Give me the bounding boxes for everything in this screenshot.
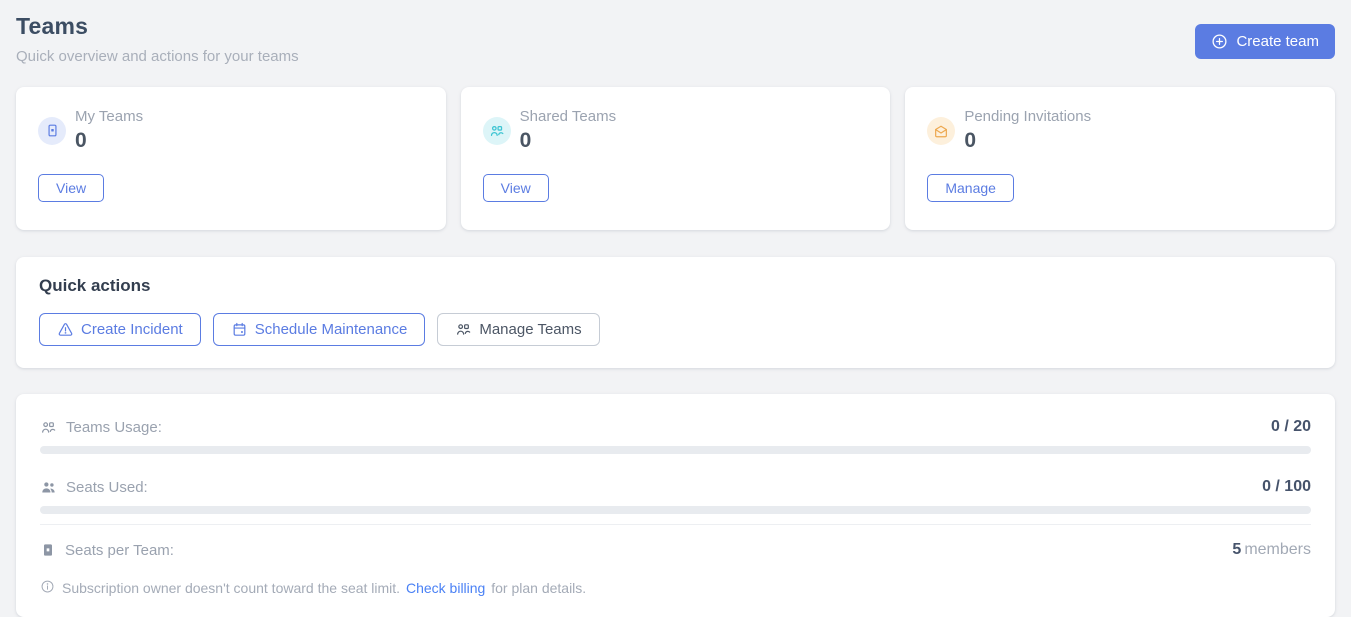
plus-circle-icon xyxy=(1211,33,1228,50)
stat-text: Shared Teams 0 xyxy=(520,108,616,153)
stat-card-pending-invitations: Pending Invitations 0 Manage xyxy=(905,87,1335,230)
seats-used-value: 0 / 100 xyxy=(1262,478,1311,496)
create-incident-label: Create Incident xyxy=(81,321,183,338)
open-envelope-icon xyxy=(927,117,955,145)
stat-card-top: My Teams 0 xyxy=(38,108,424,153)
seat-limit-note: Subscription owner doesn't count toward … xyxy=(40,579,1311,597)
people-group-icon xyxy=(40,419,57,436)
stat-card-shared-teams: Shared Teams 0 View xyxy=(461,87,891,230)
people-group-icon xyxy=(483,117,511,145)
schedule-maintenance-button[interactable]: Schedule Maintenance xyxy=(213,313,426,346)
schedule-maintenance-label: Schedule Maintenance xyxy=(255,321,408,338)
seats-per-team-row: Seats per Team: 5members xyxy=(40,527,1311,569)
contact-badge-icon xyxy=(38,117,66,145)
stat-value: 0 xyxy=(964,129,1091,153)
seats-per-team-suffix: members xyxy=(1244,541,1311,558)
stat-card-top: Pending Invitations 0 xyxy=(927,108,1313,153)
seats-per-team-number: 5 xyxy=(1232,541,1241,558)
teams-usage-value: 0 / 20 xyxy=(1271,418,1311,436)
stat-text: My Teams 0 xyxy=(75,108,143,153)
manage-invitations-button[interactable]: Manage xyxy=(927,174,1014,202)
page-title: Teams xyxy=(16,13,299,40)
stat-value: 0 xyxy=(520,129,616,153)
create-team-label: Create team xyxy=(1236,33,1319,50)
seats-used-label: Seats Used: xyxy=(66,479,148,496)
usage-card: Teams Usage: 0 / 20 Seats Used: 0 / 100 xyxy=(16,394,1335,617)
view-shared-teams-button[interactable]: View xyxy=(483,174,549,202)
stats-row: My Teams 0 View Shared Teams xyxy=(16,87,1335,230)
quick-actions-buttons: Create Incident Schedule Maintenance xyxy=(39,313,1312,346)
stat-label: Shared Teams xyxy=(520,108,616,125)
quick-actions-title: Quick actions xyxy=(39,276,1312,296)
quick-actions-card: Quick actions Create Incident xyxy=(16,257,1335,368)
teams-usage-left: Teams Usage: xyxy=(40,419,162,436)
info-circle-icon xyxy=(40,579,55,597)
seats-per-team-label: Seats per Team: xyxy=(65,542,174,559)
page-header-text: Teams Quick overview and actions for you… xyxy=(16,13,299,65)
stat-text: Pending Invitations 0 xyxy=(964,108,1091,153)
create-team-button[interactable]: Create team xyxy=(1195,24,1335,59)
seats-per-team-left: Seats per Team: xyxy=(40,542,174,559)
page-subtitle: Quick overview and actions for your team… xyxy=(16,48,299,65)
view-my-teams-button[interactable]: View xyxy=(38,174,104,202)
calendar-icon xyxy=(231,321,248,338)
seats-per-team-value: 5members xyxy=(1232,541,1311,559)
teams-usage-row: Teams Usage: 0 / 20 xyxy=(40,404,1311,446)
note-text: Subscription owner doesn't count toward … xyxy=(62,580,586,596)
teams-usage-progressbar xyxy=(40,446,1311,454)
stat-label: My Teams xyxy=(75,108,143,125)
manage-teams-button[interactable]: Manage Teams xyxy=(437,313,599,346)
people-group-icon xyxy=(455,321,472,338)
seats-used-progressbar xyxy=(40,506,1311,514)
warning-triangle-icon xyxy=(57,321,74,338)
seats-used-left: Seats Used: xyxy=(40,479,148,496)
note-text-before: Subscription owner doesn't count toward … xyxy=(62,580,400,596)
people-filled-icon xyxy=(40,479,57,496)
stat-label: Pending Invitations xyxy=(964,108,1091,125)
stat-card-top: Shared Teams 0 xyxy=(483,108,869,153)
page-header: Teams Quick overview and actions for you… xyxy=(16,13,1335,65)
manage-teams-label: Manage Teams xyxy=(479,321,581,338)
note-text-after: for plan details. xyxy=(491,580,586,596)
stat-card-my-teams: My Teams 0 View xyxy=(16,87,446,230)
seats-used-row: Seats Used: 0 / 100 xyxy=(40,464,1311,506)
contact-badge-filled-icon xyxy=(40,542,56,558)
usage-divider xyxy=(40,524,1311,525)
create-incident-button[interactable]: Create Incident xyxy=(39,313,201,346)
teams-usage-label: Teams Usage: xyxy=(66,419,162,436)
check-billing-link[interactable]: Check billing xyxy=(406,580,485,596)
stat-value: 0 xyxy=(75,129,143,153)
teams-page: Teams Quick overview and actions for you… xyxy=(0,0,1351,617)
